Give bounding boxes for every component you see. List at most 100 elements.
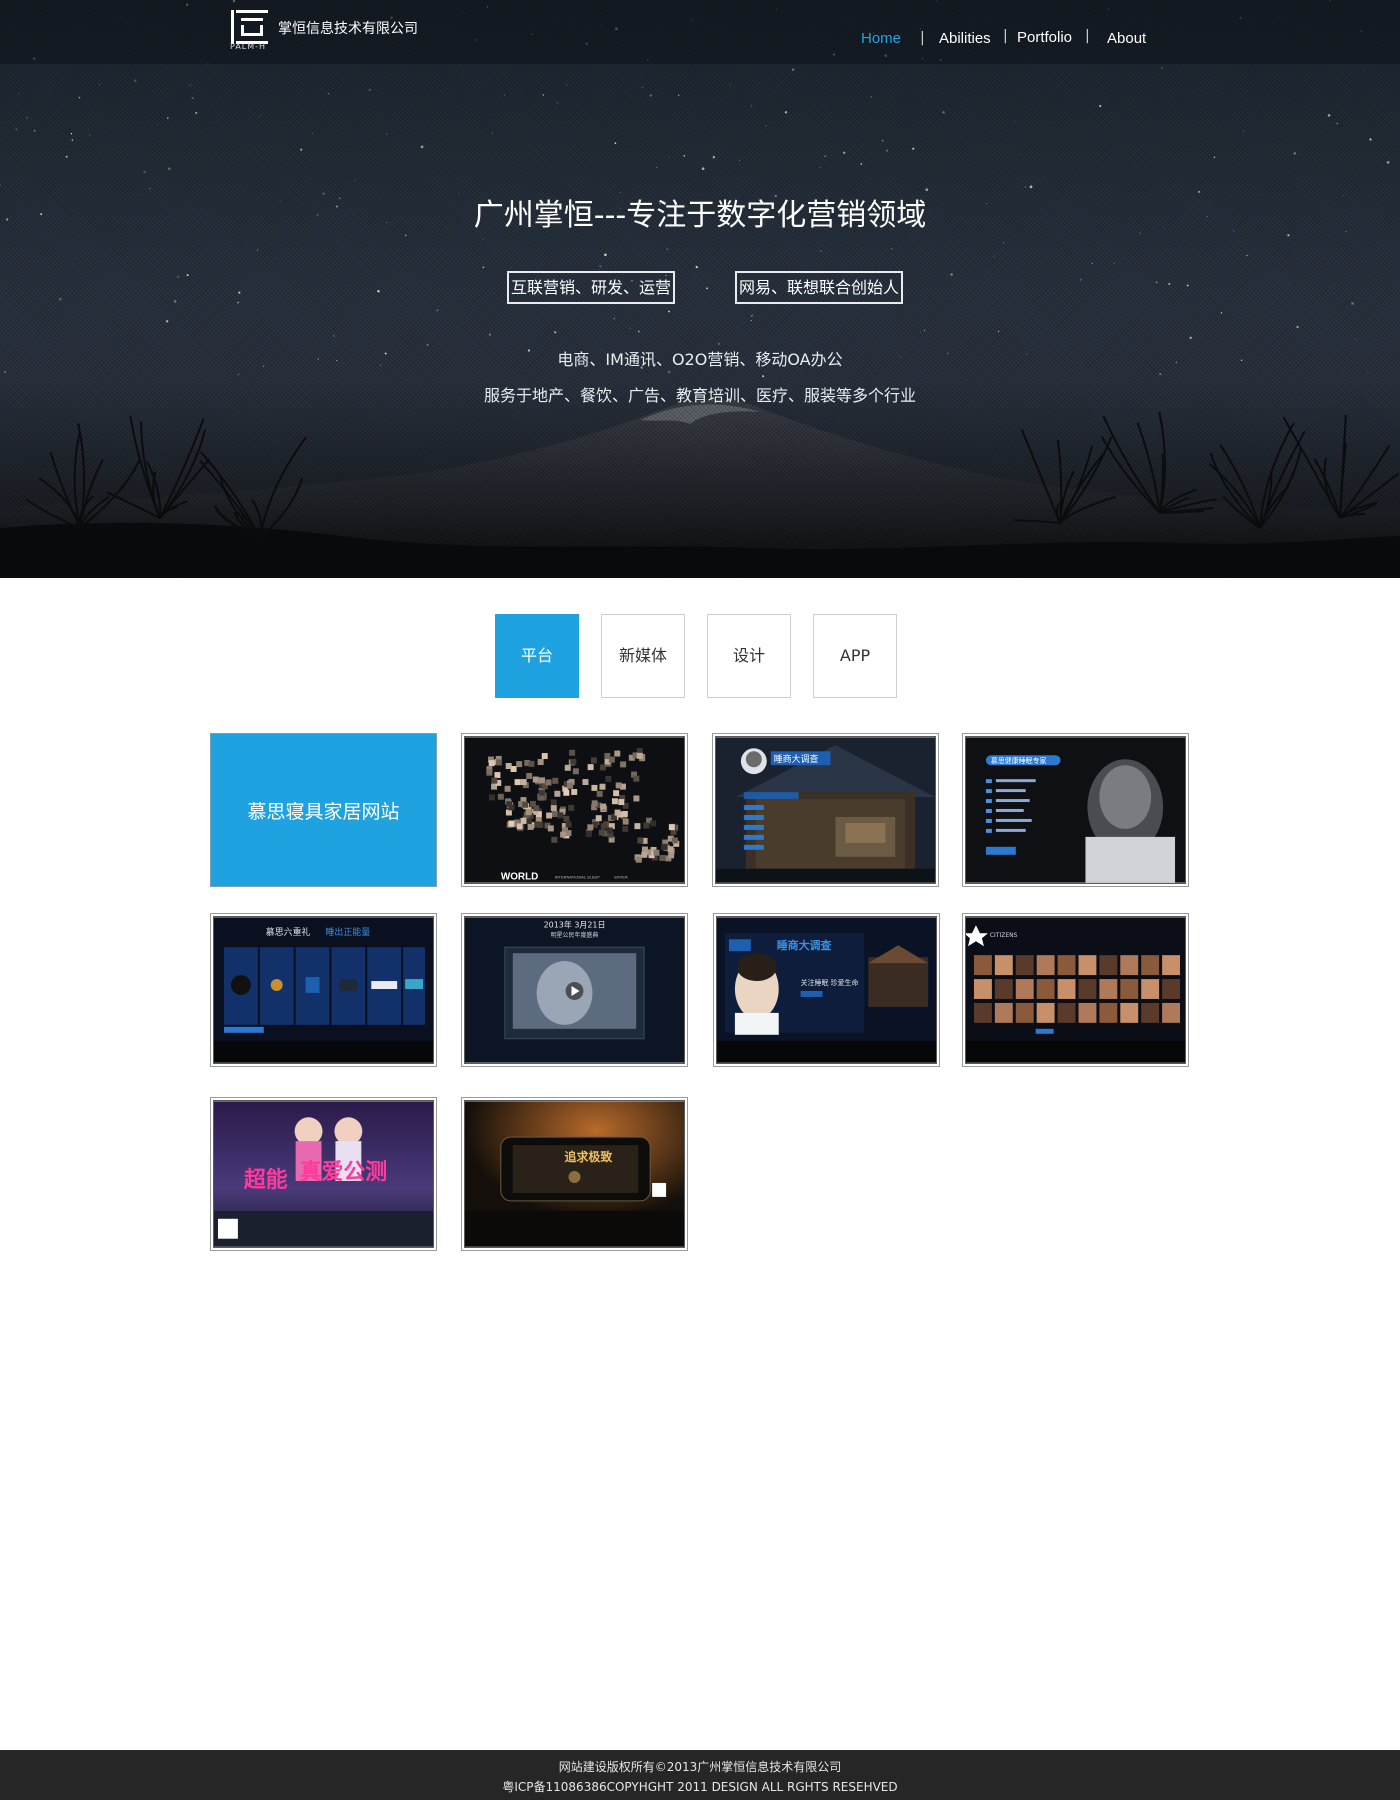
photo-tile xyxy=(488,760,495,767)
photo-tile xyxy=(606,827,613,834)
photo-tile xyxy=(667,846,674,853)
photo-tile xyxy=(506,801,513,808)
portfolio-thumbnail-mobile-promo[interactable]: 追求极致 xyxy=(461,1097,688,1251)
hero-banner: PALM-H 掌恒信息技术有限公司 Home | Abilities | Por… xyxy=(0,0,1400,578)
thumbnail-text: 睡出正能量 xyxy=(325,926,370,938)
logo-text: PALM-H xyxy=(230,42,267,51)
photo-tile xyxy=(525,818,532,825)
thumbnail-text: 明星公民年度盛典 xyxy=(551,931,599,939)
photo-tile xyxy=(522,801,529,808)
photo-tile xyxy=(614,750,621,757)
photo-tile xyxy=(504,785,511,792)
photo-tile xyxy=(599,764,606,771)
nav-separator: | xyxy=(1085,28,1090,44)
footer-icp-license: 粤ICP备11086386COPYHGHT 2011 DESIGN ALL RG… xyxy=(502,1780,898,1794)
photo-tile xyxy=(564,764,571,771)
photo-tile xyxy=(590,757,597,764)
citizen-face xyxy=(1036,955,1055,976)
feature-label: 慕思寝具家居网站 xyxy=(247,800,400,823)
hero-tag-founders: 网易、联想联合创始人 xyxy=(735,271,903,304)
photo-tile xyxy=(661,843,668,850)
photo-tile xyxy=(633,775,640,782)
nav-abilities[interactable]: Abilities xyxy=(939,30,991,47)
thumbnail-text: 关注睡眠 珍爱生命 xyxy=(801,978,859,987)
citizen-face xyxy=(1078,979,1097,999)
citizen-face xyxy=(1120,1002,1139,1023)
photo-tile xyxy=(552,777,559,784)
photo-tile xyxy=(495,759,502,766)
citizen-face xyxy=(1015,979,1034,999)
thumbnail-text: 2013年 3月21日 xyxy=(544,919,606,929)
texture-overlay xyxy=(0,0,1400,578)
portfolio-thumbnail-six-gifts[interactable]: 慕思六重礼 睡出正能量 xyxy=(210,913,437,1067)
photo-tile xyxy=(599,783,606,790)
thumbnail-text: 超能 xyxy=(244,1167,288,1193)
photo-tile xyxy=(671,837,678,844)
portfolio-thumbnail-sleep-survey[interactable]: 睡商大调查 xyxy=(712,733,939,887)
citizen-face xyxy=(1099,979,1118,999)
hero-tag-services: 互联营销、研发、运营 xyxy=(507,271,675,304)
photo-tile xyxy=(508,820,515,827)
tab-platform[interactable]: 平台 xyxy=(495,614,579,698)
photo-tile xyxy=(668,852,675,859)
survey-banner-scene: 睡商大调查 关注睡眠 珍爱生命 xyxy=(717,917,936,1063)
photo-tile xyxy=(622,825,629,832)
portfolio-thumbnail-survey-banner[interactable]: 睡商大调查 关注睡眠 珍爱生命 xyxy=(713,913,940,1067)
citizen-face xyxy=(1162,1002,1181,1023)
room-scene: 睡商大调查 xyxy=(716,737,935,883)
portfolio-feature-tile[interactable]: 慕思寝具家居网站 xyxy=(210,733,437,887)
thumbnail-text: 睡商大调查 xyxy=(774,753,819,765)
tab-app[interactable]: APP xyxy=(813,614,897,698)
citizen-face xyxy=(1015,1002,1034,1023)
photo-tile xyxy=(539,777,546,784)
citizen-face xyxy=(1078,1002,1097,1023)
photo-tile xyxy=(643,822,650,829)
portfolio-thumbnail-video-event[interactable]: 2013年 3月21日 明星公民年度盛典 xyxy=(461,913,688,1067)
nav-portfolio[interactable]: Portfolio xyxy=(1017,29,1072,46)
tab-design[interactable]: 设计 xyxy=(707,614,791,698)
photo-tile xyxy=(534,821,541,828)
photo-tile xyxy=(488,794,495,801)
nav-about[interactable]: About xyxy=(1107,30,1146,47)
citizen-face xyxy=(1036,979,1055,999)
thumbnail-frame: 2013年 3月21日 明星公民年度盛典 xyxy=(464,916,685,1064)
company-name[interactable]: 掌恒信息技术有限公司 xyxy=(278,18,418,38)
photo-tile xyxy=(600,803,607,810)
thumbnail-frame: 追求极致 xyxy=(464,1100,685,1248)
photo-tile xyxy=(596,790,603,797)
hero-line-industries: 服务于地产、餐饮、广告、教育培训、医疗、服装等多个行业 xyxy=(483,386,916,405)
portfolio-thumbnail-love-test[interactable]: 超能 真爱公测 xyxy=(210,1097,437,1251)
citizen-face xyxy=(1078,955,1097,976)
photo-tile xyxy=(633,795,640,802)
thumbnail-frame: WORLD INTERNATIONAL SLEEP ENTER xyxy=(464,736,685,884)
photo-tile xyxy=(520,817,527,824)
thumbnail-frame: 睡商大调查 xyxy=(715,736,936,884)
tab-new-media[interactable]: 新媒体 xyxy=(601,614,685,698)
photo-tile xyxy=(620,761,627,768)
photo-tile xyxy=(532,776,539,783)
thumbnail-frame: 慕思健康睡眠专家 xyxy=(965,736,1186,884)
citizen-face xyxy=(1120,955,1139,976)
photo-tile xyxy=(565,821,572,828)
photo-tile xyxy=(591,800,598,807)
photo-tile xyxy=(516,823,523,830)
photo-tile xyxy=(567,782,574,789)
citizen-face xyxy=(1141,955,1160,976)
hero-line-services: 电商、IM通讯、O2O营销、移动OA办公 xyxy=(557,350,843,369)
photo-tile xyxy=(516,761,523,768)
photo-tile xyxy=(520,779,527,786)
photo-tile xyxy=(653,849,660,856)
photo-tile xyxy=(613,790,620,797)
footer-copyright: 网站建设版权所有©2013广州掌恒信息技术有限公司 xyxy=(558,1760,842,1774)
nav-home[interactable]: Home xyxy=(861,30,901,47)
six-gifts-panels: 慕思六重礼 睡出正能量 xyxy=(214,917,433,1063)
photo-tile xyxy=(541,753,548,760)
portfolio-thumbnail-sleep-expert[interactable]: 慕思健康睡眠专家 xyxy=(962,733,1189,887)
thumbnail-text: 慕思健康睡眠专家 xyxy=(991,756,1047,765)
photo-tile xyxy=(546,812,553,819)
citizen-face xyxy=(1057,979,1076,999)
nav-separator: | xyxy=(920,30,925,46)
photo-tile xyxy=(568,804,575,811)
portfolio-thumbnail-world-map[interactable]: WORLD INTERNATIONAL SLEEP ENTER xyxy=(461,733,688,887)
portfolio-thumbnail-citizens[interactable]: CITIZENS xyxy=(962,913,1189,1067)
